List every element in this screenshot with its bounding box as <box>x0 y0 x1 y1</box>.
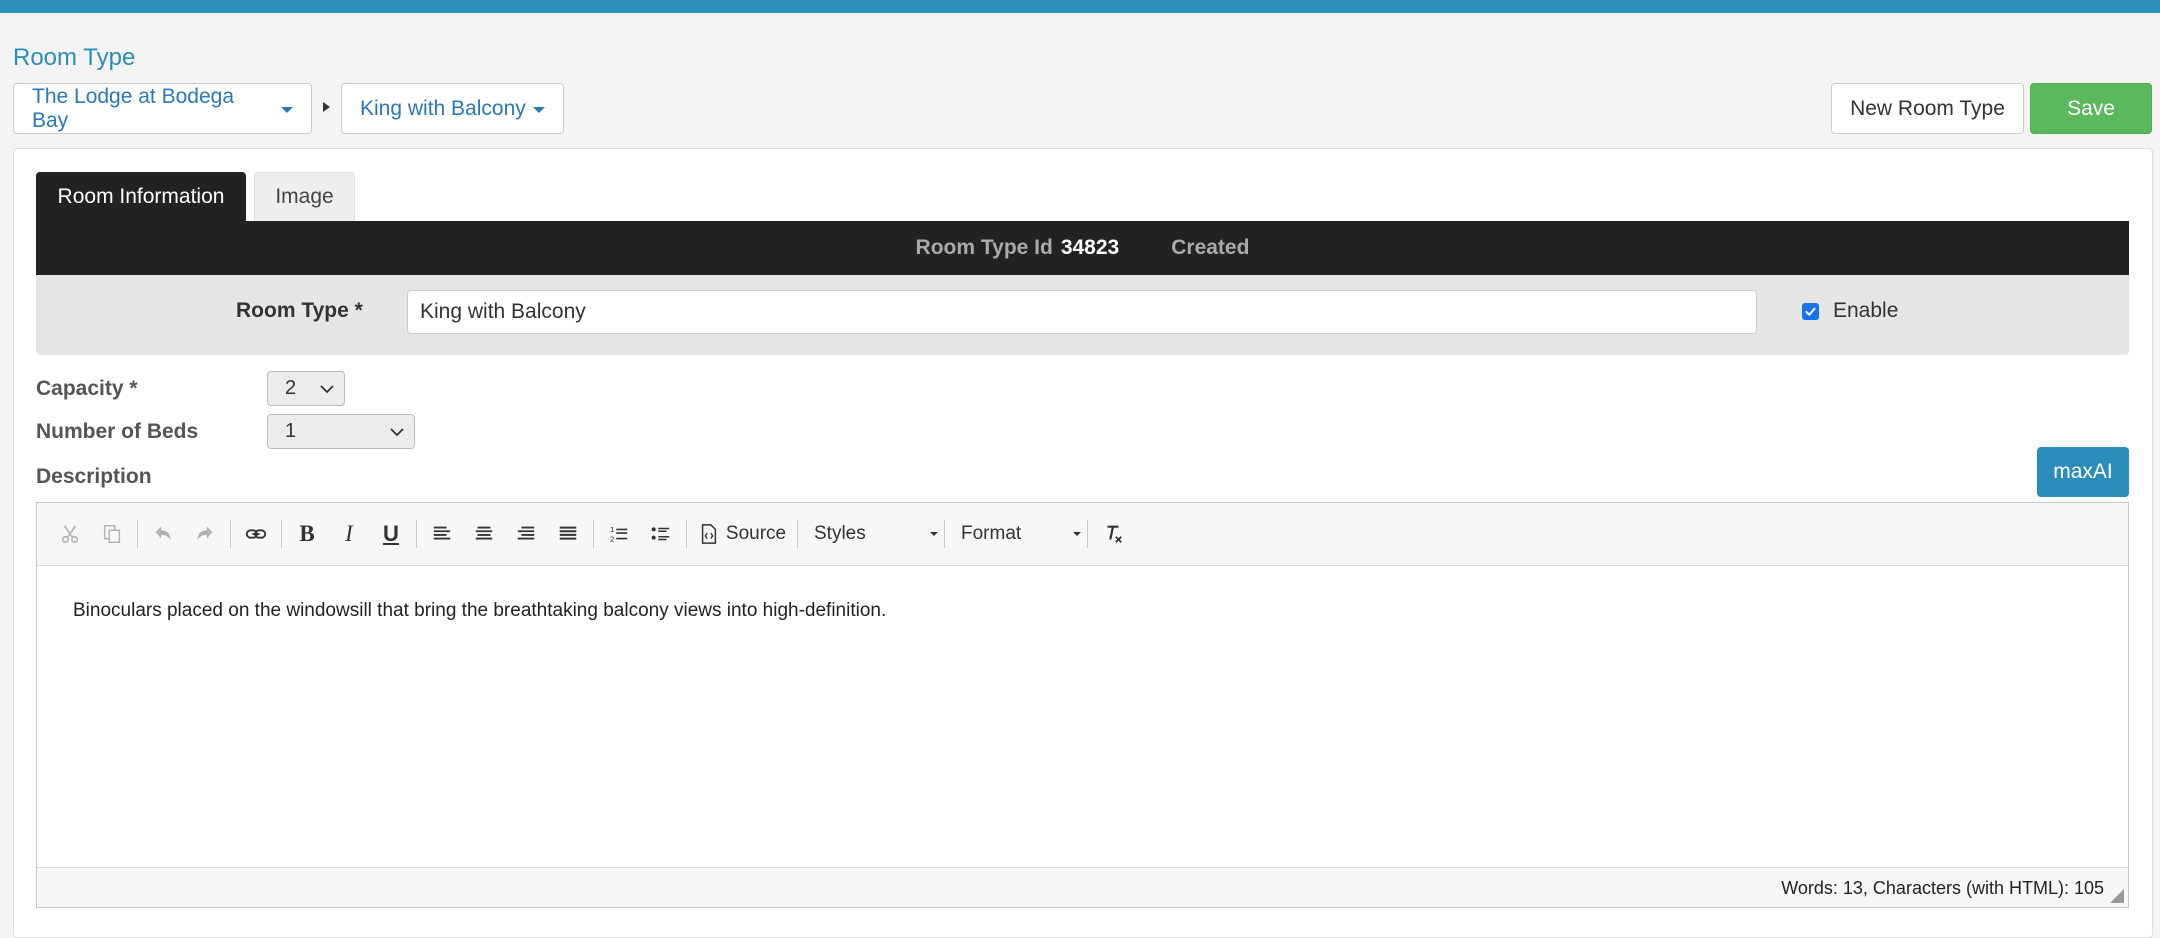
number-of-beds-label: Number of Beds <box>36 420 199 443</box>
toolbar-separator <box>137 520 138 548</box>
room-type-id-value: 34823 <box>1060 236 1120 259</box>
format-combo[interactable]: Format <box>955 517 1089 551</box>
underline-icon[interactable]: U <box>376 517 406 551</box>
maxai-button[interactable]: maxAI <box>2037 447 2129 497</box>
toolbar-separator <box>797 520 798 548</box>
property-dropdown-label: The Lodge at Bodega Bay <box>32 84 235 132</box>
breadcrumb-separator-icon <box>323 102 330 112</box>
room-type-id-label: Room Type Id <box>915 236 1053 259</box>
toolbar-separator <box>944 520 945 548</box>
align-left-icon[interactable] <box>427 517 457 551</box>
toolbar-separator <box>281 520 282 548</box>
caret-down-icon <box>281 107 293 113</box>
bulleted-list-icon[interactable] <box>646 517 676 551</box>
number-of-beds-value: 1 <box>285 420 297 442</box>
copy-icon[interactable] <box>97 517 127 551</box>
format-label: Format <box>961 523 1022 544</box>
toolbar-separator <box>1087 520 1088 548</box>
link-icon[interactable] <box>241 517 271 551</box>
resize-grip-icon[interactable] <box>2110 889 2124 903</box>
italic-icon[interactable]: I <box>334 517 364 551</box>
enable-checkbox[interactable] <box>1802 302 1819 320</box>
room-info-bar: Room Type Id 34823 Created <box>36 221 2129 275</box>
toolbar-separator <box>686 520 687 548</box>
description-label: Description <box>36 465 152 488</box>
source-label: Source <box>725 523 787 544</box>
svg-text:2: 2 <box>610 534 615 543</box>
caret-down-icon <box>930 532 938 536</box>
align-right-icon[interactable] <box>511 517 541 551</box>
created-label: Created <box>1171 236 1250 259</box>
svg-text:1: 1 <box>610 525 615 534</box>
enable-checkbox-group[interactable]: Enable <box>1802 299 1898 323</box>
new-room-type-button[interactable]: New Room Type <box>1831 83 2024 134</box>
bold-icon[interactable]: B <box>292 517 322 551</box>
property-dropdown[interactable]: The Lodge at Bodega Bay <box>13 83 312 134</box>
source-button[interactable]: Source <box>697 517 787 551</box>
align-justify-icon[interactable] <box>553 517 583 551</box>
capacity-value: 2 <box>285 377 297 399</box>
chevron-down-icon <box>390 428 404 437</box>
capacity-label: Capacity * <box>36 377 138 400</box>
chevron-down-icon <box>320 385 334 394</box>
enable-label: Enable <box>1833 299 1899 322</box>
caret-down-icon <box>532 107 545 113</box>
editor-toolbar: B I U 12 Source Styles Format <box>37 503 2128 566</box>
redo-icon[interactable] <box>190 517 220 551</box>
caret-down-icon <box>1073 532 1081 536</box>
toolbar-separator <box>416 520 417 548</box>
editor-content[interactable]: Binoculars placed on the windowsill that… <box>73 600 886 622</box>
number-of-beds-select[interactable]: 1 <box>267 414 415 449</box>
cut-icon[interactable] <box>55 517 85 551</box>
editor-status-bar: Words: 13, Characters (with HTML): 105 <box>37 867 2128 907</box>
room-type-input[interactable] <box>407 290 1757 334</box>
toolbar-separator <box>593 520 594 548</box>
source-icon <box>701 524 717 544</box>
remove-format-icon[interactable] <box>1098 517 1128 551</box>
undo-icon[interactable] <box>148 517 178 551</box>
page-title: Room Type <box>13 44 136 71</box>
room-type-dropdown[interactable]: King with Balcony <box>341 83 564 134</box>
description-editor[interactable]: B I U 12 Source Styles Format Binoculars… <box>36 502 2129 908</box>
room-type-dropdown-label: King with Balcony <box>360 96 526 120</box>
tab-image[interactable]: Image <box>254 172 355 221</box>
styles-combo[interactable]: Styles <box>808 517 946 551</box>
top-accent-bar <box>0 0 2160 13</box>
word-count: Words: 13, Characters (with HTML): 105 <box>1781 878 2104 898</box>
save-button[interactable]: Save <box>2030 83 2152 134</box>
align-center-icon[interactable] <box>469 517 499 551</box>
capacity-select[interactable]: 2 <box>267 371 345 406</box>
numbered-list-icon[interactable]: 12 <box>604 517 634 551</box>
toolbar-separator <box>230 520 231 548</box>
styles-label: Styles <box>814 523 866 544</box>
tab-room-information[interactable]: Room Information <box>36 172 246 221</box>
room-type-label: Room Type * <box>236 299 363 322</box>
checkmark-icon <box>1805 307 1816 316</box>
